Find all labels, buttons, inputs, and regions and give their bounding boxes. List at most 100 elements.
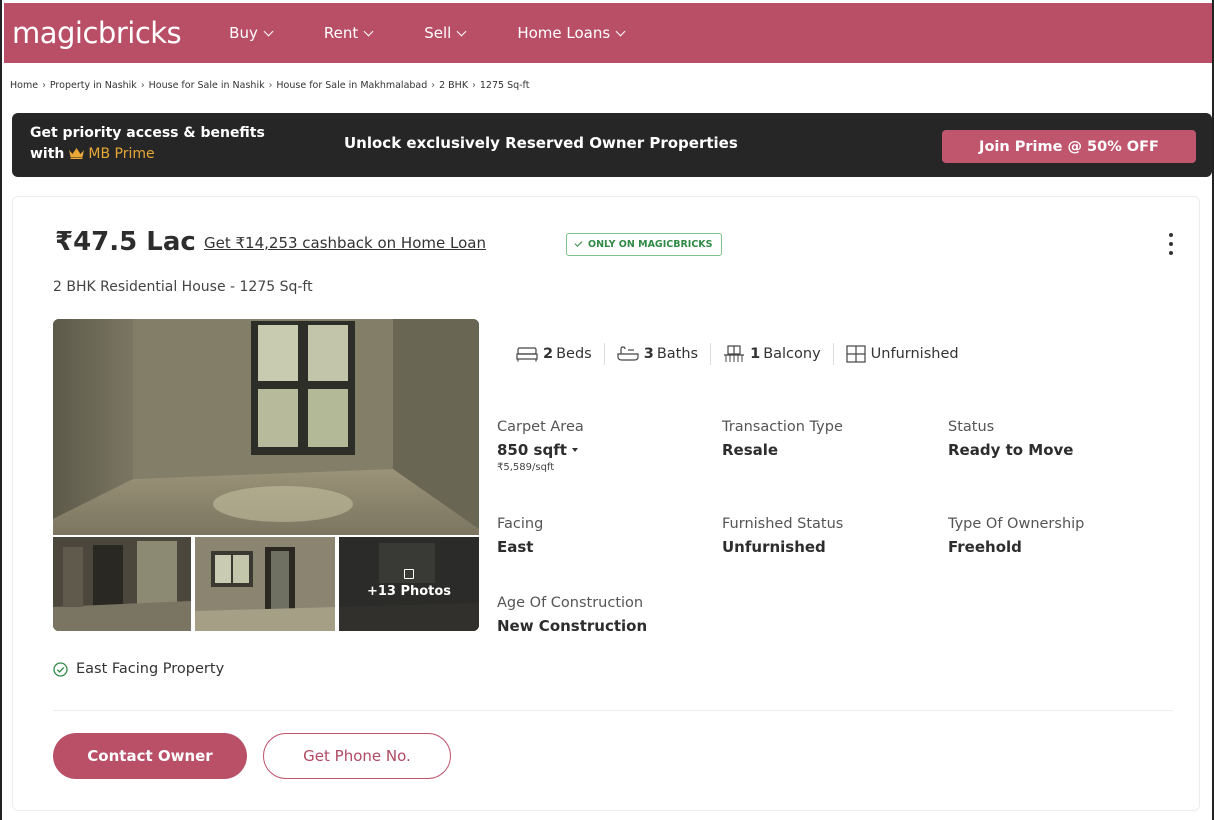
prime-line-2-prefix: with [30,146,65,162]
nav-rent[interactable]: Rent [323,24,374,42]
more-photos-label: +13 Photos [366,584,452,599]
site-logo[interactable]: magicbricks [12,16,182,50]
highlight-east-facing: East Facing Property [53,661,224,677]
caret-down-icon [571,448,578,452]
breadcrumb-item[interactable]: House for Sale in Makhmalabad [276,80,427,91]
prime-line-1: Get priority access & benefits [30,125,265,141]
spec-label: Age Of Construction [497,595,644,611]
spec-ownership: Type Of Ownership Freehold [948,516,1084,556]
get-phone-button[interactable]: Get Phone No. [263,733,451,779]
feature-furnishing: Unfurnished [846,345,959,363]
main-nav: Buy Rent Sell Home Loans [229,24,676,42]
spec-label: Status [948,419,995,435]
balcony-label: Balcony [763,346,821,362]
nav-sell[interactable]: Sell [424,24,467,42]
feature-divider [603,343,605,365]
balcony-icon [724,345,745,362]
breadcrumb-separator: › [431,80,436,91]
spec-label: Facing [497,516,544,532]
more-photos-overlay: +13 Photos [339,537,479,631]
cashback-link[interactable]: Get ₹14,253 cashback on Home Loan [204,234,486,252]
breadcrumb: Home › Property in Nashik › House for Sale… [10,80,529,91]
spec-value: 850 sqft [497,441,567,459]
carpet-area-unit-selector[interactable]: 850 sqft [497,441,584,459]
join-prime-button[interactable]: Join Prime @ 50% OFF [942,130,1196,163]
more-options-icon[interactable] [1166,231,1176,257]
spec-status: Status Ready to Move [948,419,1073,459]
chevron-down-icon [363,26,374,36]
chevron-down-icon [615,26,626,36]
prime-banner: Get priority access & benefits with MB Pr… [12,113,1212,177]
breadcrumb-separator: › [140,80,145,91]
photo-thumbnail[interactable] [53,537,191,631]
highlight-label: East Facing Property [76,661,225,677]
spec-furnished-status: Furnished Status Unfurnished [722,516,843,556]
property-title: 2 BHK Residential House - 1275 Sq-ft [53,279,313,295]
main-photo[interactable] [53,319,479,535]
nav-home-loans[interactable]: Home Loans [517,24,626,42]
nav-rent-label: Rent [323,24,359,42]
breadcrumb-item[interactable]: 2 BHK [439,80,468,91]
chevron-down-icon [263,26,274,36]
features-row: 2 Beds 3 Baths 1 Balcony Unfurnished [516,343,959,365]
baths-count: 3 [643,346,654,362]
contact-owner-button[interactable]: Contact Owner [53,733,247,779]
spec-label: Transaction Type [722,419,843,435]
breadcrumb-separator: › [268,80,273,91]
crown-icon [69,148,85,159]
check-circle-icon [53,661,68,677]
page-frame: magicbricks Buy Rent Sell Home Loans Hom… [0,0,1214,820]
beds-count: 2 [543,346,554,362]
prime-brand: MB Prime [88,146,155,162]
bed-icon [516,347,538,362]
spec-transaction-type: Transaction Type Resale [722,419,843,459]
feature-balcony: 1 Balcony [723,345,821,363]
thumbnail-image [195,537,335,631]
spec-value: Unfurnished [722,538,826,556]
wardrobe-icon [846,345,866,363]
breadcrumb-item[interactable]: Home [10,80,38,91]
property-price: ₹47.5 Lac [55,227,196,257]
spec-value: Ready to Move [948,441,1074,459]
nav-buy[interactable]: Buy [229,24,274,42]
price-per-sqft: ₹5,589/sqft [497,462,555,473]
photo-thumbnail[interactable] [195,537,335,631]
nav-home-loans-label: Home Loans [517,24,611,42]
spec-value: Freehold [948,538,1022,556]
feature-baths: 3 Baths [617,346,698,362]
bathtub-icon [617,346,639,361]
breadcrumb-item[interactable]: Property in Nashik [50,80,137,91]
exclusive-badge: ONLY ON MAGICBRICKS [566,233,722,256]
more-photos-thumbnail[interactable]: +13 Photos [339,537,479,631]
spec-age-of-construction: Age Of Construction New Construction [497,595,647,635]
prime-offer-text: Get priority access & benefits with MB Pr… [30,123,265,165]
gallery-icon [404,569,414,579]
spec-value: Resale [722,441,779,459]
spec-facing: Facing East [497,516,543,556]
feature-beds: 2 Beds [516,346,592,362]
nav-sell-label: Sell [424,24,452,42]
beds-label: Beds [556,346,592,362]
nav-buy-label: Buy [229,24,258,42]
spec-value: East [497,538,534,556]
spec-label: Carpet Area [497,419,584,435]
prime-line-2: with MB Prime [30,144,265,165]
exclusive-badge-label: ONLY ON MAGICBRICKS [588,239,713,250]
baths-label: Baths [656,346,699,362]
prime-message: Unlock exclusively Reserved Owner Proper… [344,134,738,152]
breadcrumb-item[interactable]: House for Sale in Nashik [149,80,265,91]
check-icon [574,239,583,247]
feature-divider [832,343,834,365]
property-card: ₹47.5 Lac Get ₹14,253 cashback on Home L… [12,196,1200,811]
furnishing-label: Unfurnished [870,346,959,362]
spec-label: Furnished Status [722,516,844,532]
breadcrumb-separator: › [472,80,476,91]
breadcrumb-current: 1275 Sq-ft [479,80,530,91]
spec-carpet-area: Carpet Area 850 sqft ₹5,589/sqft [497,419,584,473]
thumbnail-image [53,537,191,631]
top-nav-bar: magicbricks Buy Rent Sell Home Loans [4,3,1212,63]
breadcrumb-separator: › [42,80,46,91]
divider [53,710,1173,711]
spec-value: New Construction [497,617,648,635]
chevron-down-icon [456,26,467,36]
